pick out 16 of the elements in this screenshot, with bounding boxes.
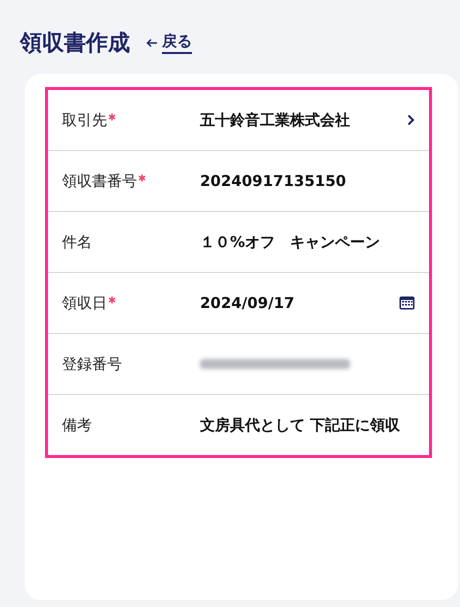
page-title: 領収書作成 xyxy=(20,30,130,58)
field-value: 20240917135150 xyxy=(200,172,348,190)
field-label: 登録番号 xyxy=(62,354,122,374)
arrow-left-icon xyxy=(146,38,158,48)
field-label: 領収日 xyxy=(62,294,107,312)
field-label: 件名 xyxy=(62,232,92,252)
field-value[interactable]: 五十鈴音工業株式会社 xyxy=(200,110,407,130)
field-label: 取引先 xyxy=(62,110,107,130)
field-label: 領収書番号 xyxy=(62,172,137,190)
back-link[interactable]: 戻る xyxy=(146,32,192,54)
chevron-right-icon[interactable] xyxy=(407,114,415,126)
date-value[interactable]: 2024/09/17 xyxy=(200,294,399,312)
field-value: 文房具代として 下記正に領収 xyxy=(200,416,402,434)
field-value: １０%オフ キャンペーン xyxy=(200,232,382,252)
calendar-icon[interactable] xyxy=(399,296,415,310)
field-label: 備考 xyxy=(62,416,92,434)
